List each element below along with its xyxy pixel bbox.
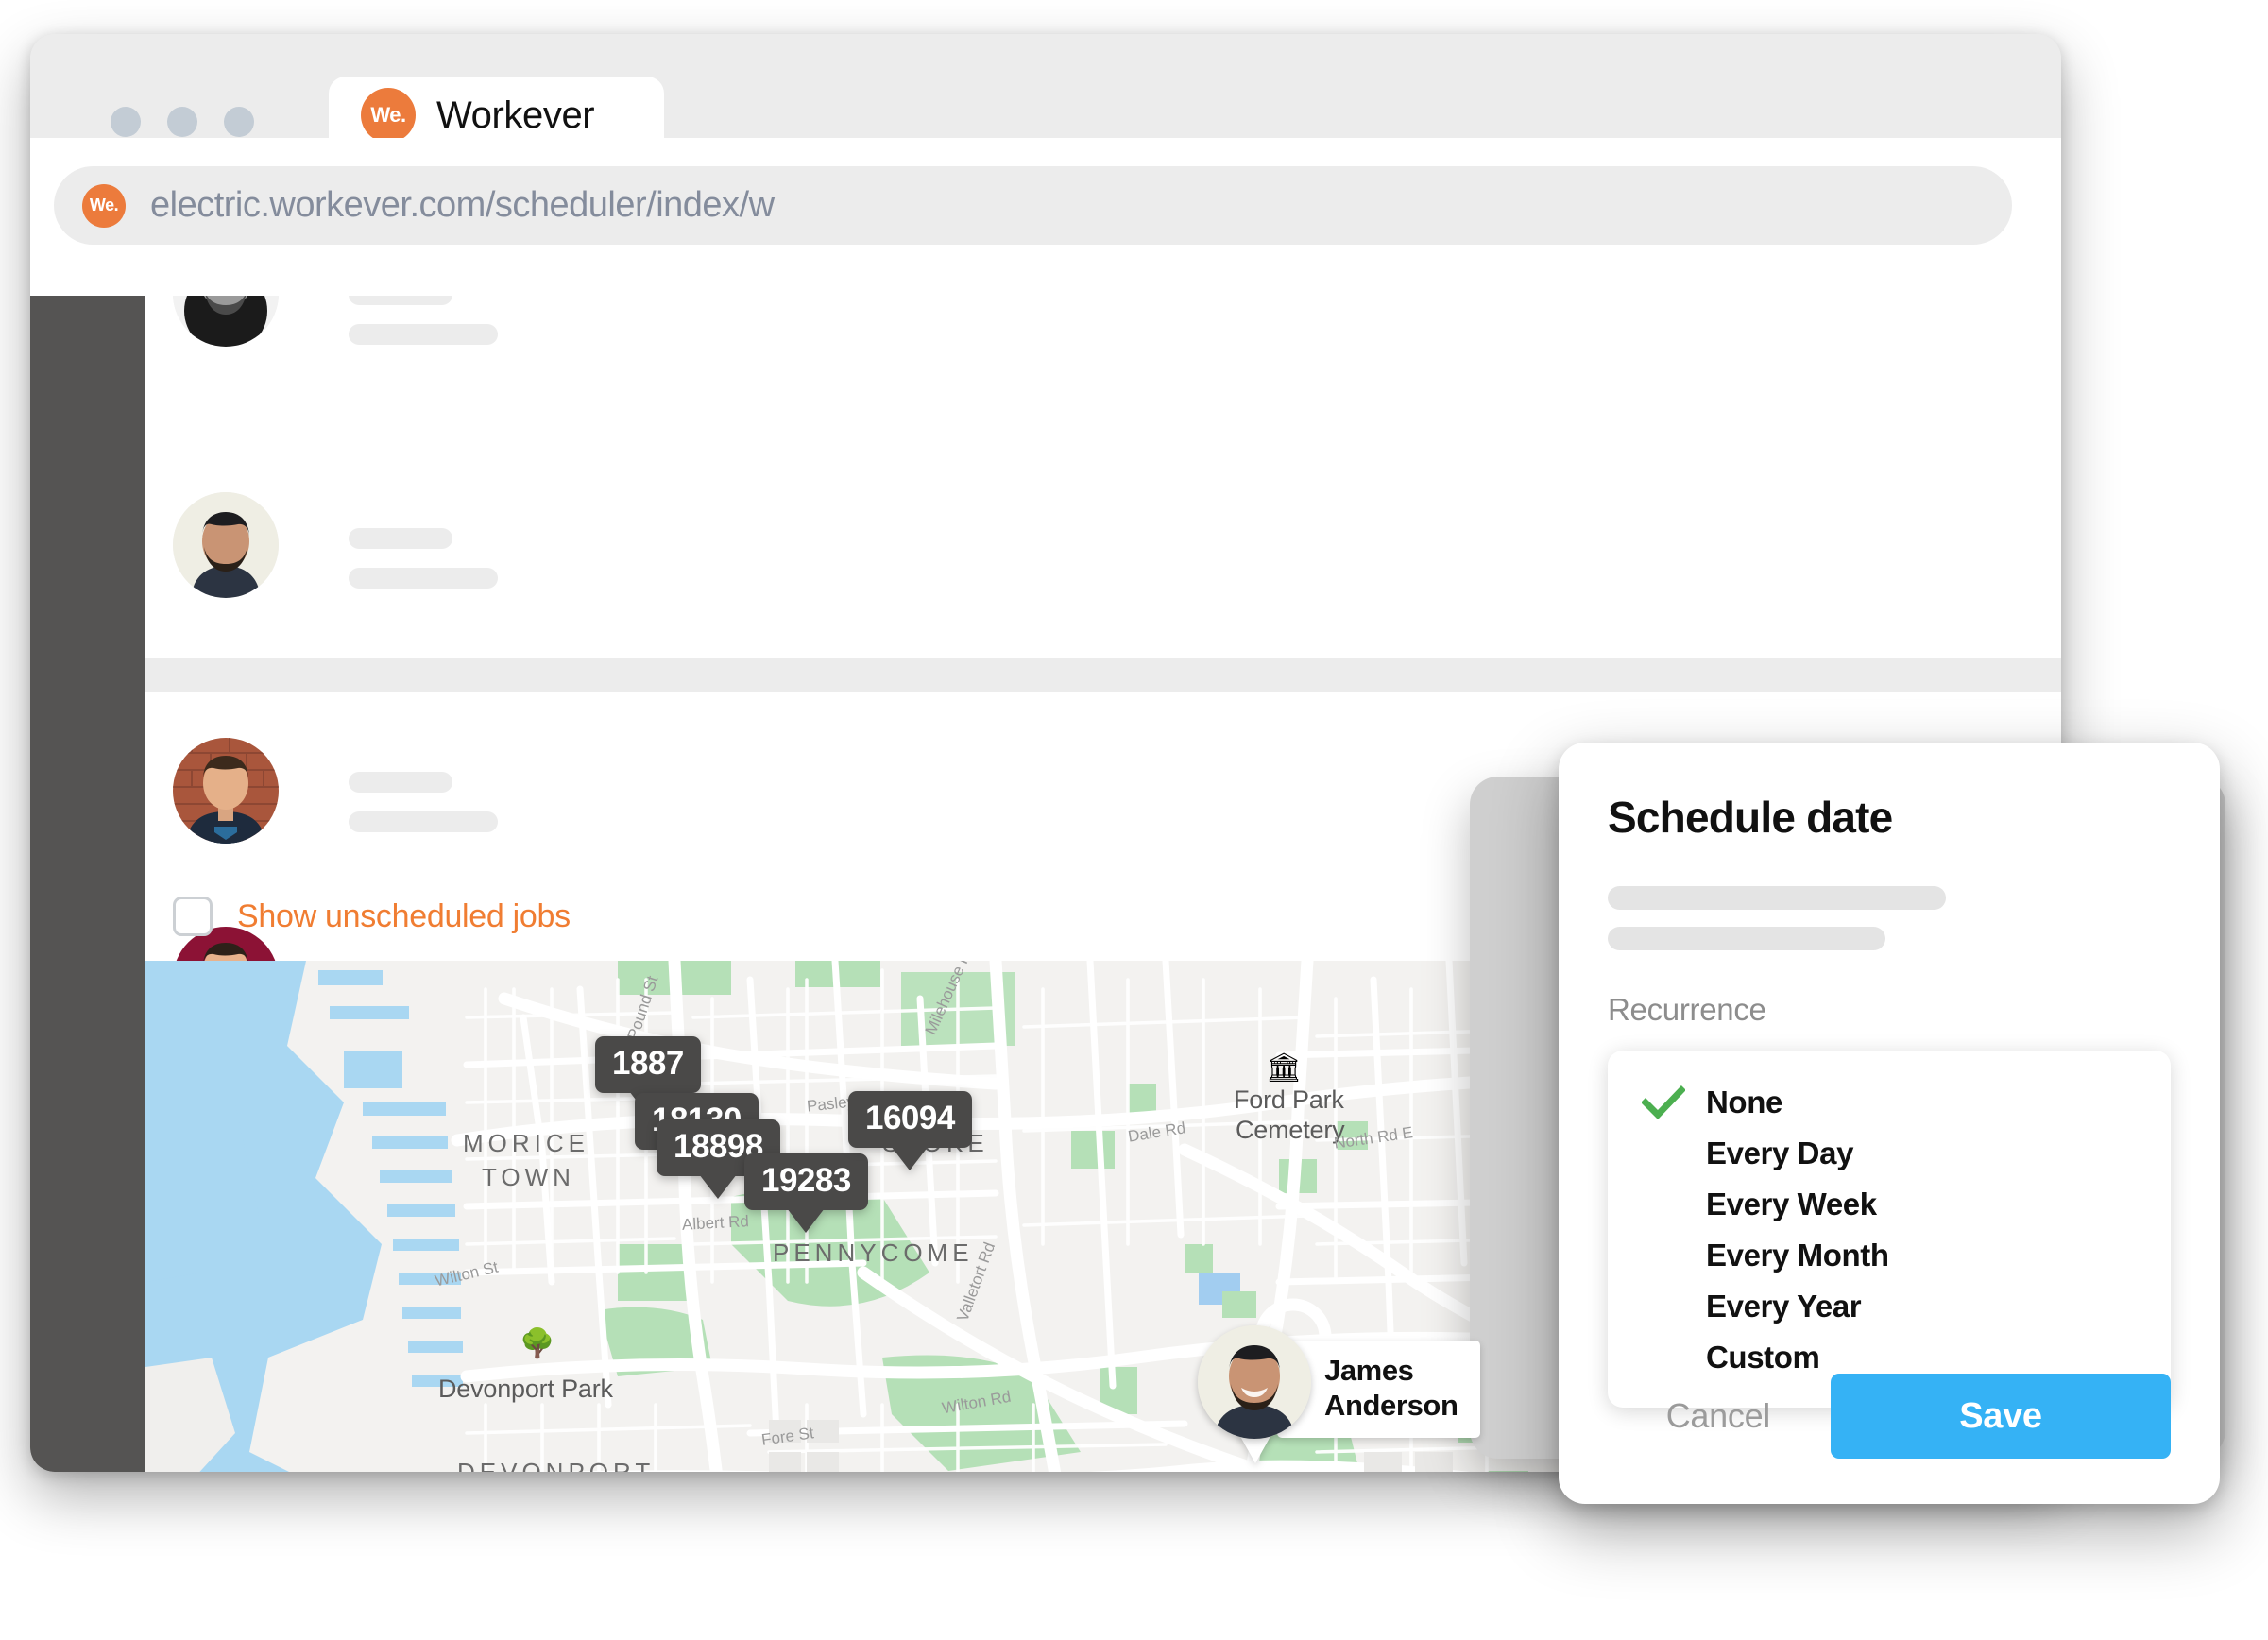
screenshot-stage: We. Workever We. electric.workever.com/s… bbox=[0, 0, 2268, 1640]
recurrence-option-every-day[interactable]: Every Day bbox=[1608, 1128, 2171, 1179]
monument-icon: 🏛 bbox=[1266, 1052, 1303, 1084]
recurrence-option-label: Custom bbox=[1706, 1340, 1820, 1375]
worker-avatar bbox=[1198, 1325, 1311, 1439]
avatar bbox=[173, 492, 279, 598]
tab-title: Workever bbox=[436, 94, 595, 136]
recurrence-option-every-week[interactable]: Every Week bbox=[1608, 1179, 2171, 1230]
show-unscheduled-jobs-label[interactable]: Show unscheduled jobs bbox=[237, 898, 571, 935]
job-marker[interactable]: 16094 bbox=[848, 1091, 972, 1148]
modal-skeleton-line bbox=[1608, 886, 1946, 910]
job-marker[interactable]: 1887 bbox=[595, 1036, 701, 1093]
page-title: Schedule date bbox=[1608, 793, 1893, 842]
avatar bbox=[173, 738, 279, 844]
recurrence-options-list[interactable]: None Every Day Every Week Every Month Ev… bbox=[1608, 1051, 2171, 1408]
window-controls[interactable] bbox=[111, 107, 254, 137]
maximize-traffic-light-icon[interactable] bbox=[224, 107, 254, 137]
row-skeleton-line bbox=[349, 568, 498, 589]
minimize-traffic-light-icon[interactable] bbox=[167, 107, 197, 137]
worker-first-name: James bbox=[1324, 1354, 1414, 1387]
recurrence-option-label: Every Day bbox=[1706, 1136, 1854, 1170]
table-row[interactable] bbox=[145, 434, 2061, 658]
workever-logo-icon: We. bbox=[361, 88, 416, 143]
site-favicon-icon: We. bbox=[82, 183, 126, 228]
show-unscheduled-jobs-row[interactable]: Show unscheduled jobs bbox=[173, 897, 571, 936]
recurrence-option-none[interactable]: None bbox=[1608, 1077, 2171, 1128]
row-skeleton-line bbox=[349, 528, 452, 549]
recurrence-option-label: Every Year bbox=[1706, 1289, 1862, 1324]
recurrence-option-every-year[interactable]: Every Year bbox=[1608, 1281, 2171, 1332]
row-skeleton-line bbox=[349, 811, 498, 832]
address-bar-url: electric.workever.com/scheduler/index/w bbox=[150, 185, 775, 225]
schedule-date-modal: Schedule date Recurrence None Every Day … bbox=[1559, 743, 2220, 1504]
cancel-button[interactable]: Cancel bbox=[1666, 1396, 1771, 1436]
recurrence-option-every-month[interactable]: Every Month bbox=[1608, 1230, 2171, 1281]
worker-last-name: Anderson bbox=[1324, 1388, 1458, 1422]
app-sidebar[interactable] bbox=[30, 296, 145, 1472]
avatar bbox=[173, 296, 279, 347]
table-row[interactable] bbox=[145, 296, 2061, 434]
tree-icon: 🌳 bbox=[520, 1328, 555, 1359]
row-skeleton-line bbox=[349, 324, 498, 345]
browser-toolbar: We. electric.workever.com/scheduler/inde… bbox=[30, 138, 2061, 299]
close-traffic-light-icon[interactable] bbox=[111, 107, 141, 137]
recurrence-option-label: None bbox=[1706, 1085, 1782, 1119]
recurrence-option-label: Every Month bbox=[1706, 1238, 1889, 1273]
modal-actions: Cancel Save bbox=[1608, 1374, 2171, 1459]
show-unscheduled-jobs-checkbox[interactable] bbox=[173, 897, 213, 936]
browser-titlebar: We. Workever bbox=[30, 34, 2061, 154]
recurrence-label: Recurrence bbox=[1608, 992, 1766, 1027]
row-skeleton-line bbox=[349, 772, 452, 793]
row-skeleton-line bbox=[349, 296, 452, 305]
address-bar[interactable]: We. electric.workever.com/scheduler/inde… bbox=[54, 166, 2012, 245]
job-marker[interactable]: 19283 bbox=[744, 1153, 868, 1210]
recurrence-option-label: Every Week bbox=[1706, 1187, 1877, 1221]
modal-skeleton-line bbox=[1608, 927, 1885, 950]
check-icon bbox=[1642, 1085, 1706, 1119]
row-separator bbox=[145, 658, 2061, 692]
save-button[interactable]: Save bbox=[1831, 1374, 2171, 1459]
